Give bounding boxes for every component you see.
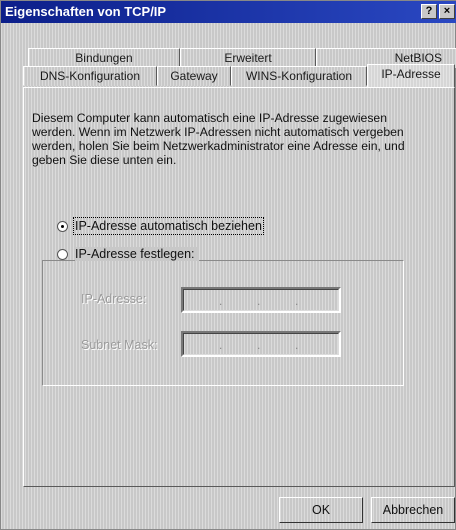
subnet-separator: .	[257, 338, 261, 352]
help-button[interactable]: ?	[421, 4, 437, 19]
window-title: Eigenschaften von TCP/IP	[5, 4, 167, 19]
tab-dns-konfiguration[interactable]: DNS-Konfiguration	[23, 66, 157, 86]
radio-manual-ip-label[interactable]: IP-Adresse festlegen:	[75, 247, 199, 261]
ip-separator: .	[257, 294, 261, 308]
tab-gateway[interactable]: Gateway	[157, 66, 231, 86]
subnet-separator: .	[219, 338, 223, 352]
ip-address-input[interactable]: . . .	[181, 287, 341, 313]
description-text: Diesem Computer kann automatisch eine IP…	[32, 111, 405, 167]
subnet-mask-input[interactable]: . . .	[181, 331, 341, 357]
tab-ip-adresse[interactable]: IP-Adresse	[367, 64, 455, 87]
radio-auto-ip[interactable]	[57, 221, 68, 232]
close-button[interactable]: ×	[439, 4, 455, 19]
tab-bindungen[interactable]: Bindungen	[28, 48, 180, 68]
radio-manual-ip[interactable]	[57, 249, 68, 260]
cancel-button[interactable]: Abbrechen	[371, 497, 455, 523]
ip-settings-group	[42, 260, 404, 386]
subnet-mask-label: Subnet Mask:	[81, 338, 158, 352]
tab-wins-konfiguration[interactable]: WINS-Konfiguration	[231, 66, 367, 86]
ip-address-label: IP-Adresse:	[81, 292, 147, 306]
ip-separator: .	[219, 294, 223, 308]
tab-erweitert[interactable]: Erweitert	[180, 48, 316, 68]
tcpip-properties-dialog: Eigenschaften von TCP/IP ? × Bindungen E…	[0, 0, 456, 530]
radio-auto-ip-label[interactable]: IP-Adresse automatisch beziehen	[73, 217, 264, 235]
subnet-separator: .	[295, 338, 299, 352]
ip-separator: .	[295, 294, 299, 308]
ok-button[interactable]: OK	[279, 497, 363, 523]
title-bar[interactable]: Eigenschaften von TCP/IP ? ×	[1, 1, 456, 23]
